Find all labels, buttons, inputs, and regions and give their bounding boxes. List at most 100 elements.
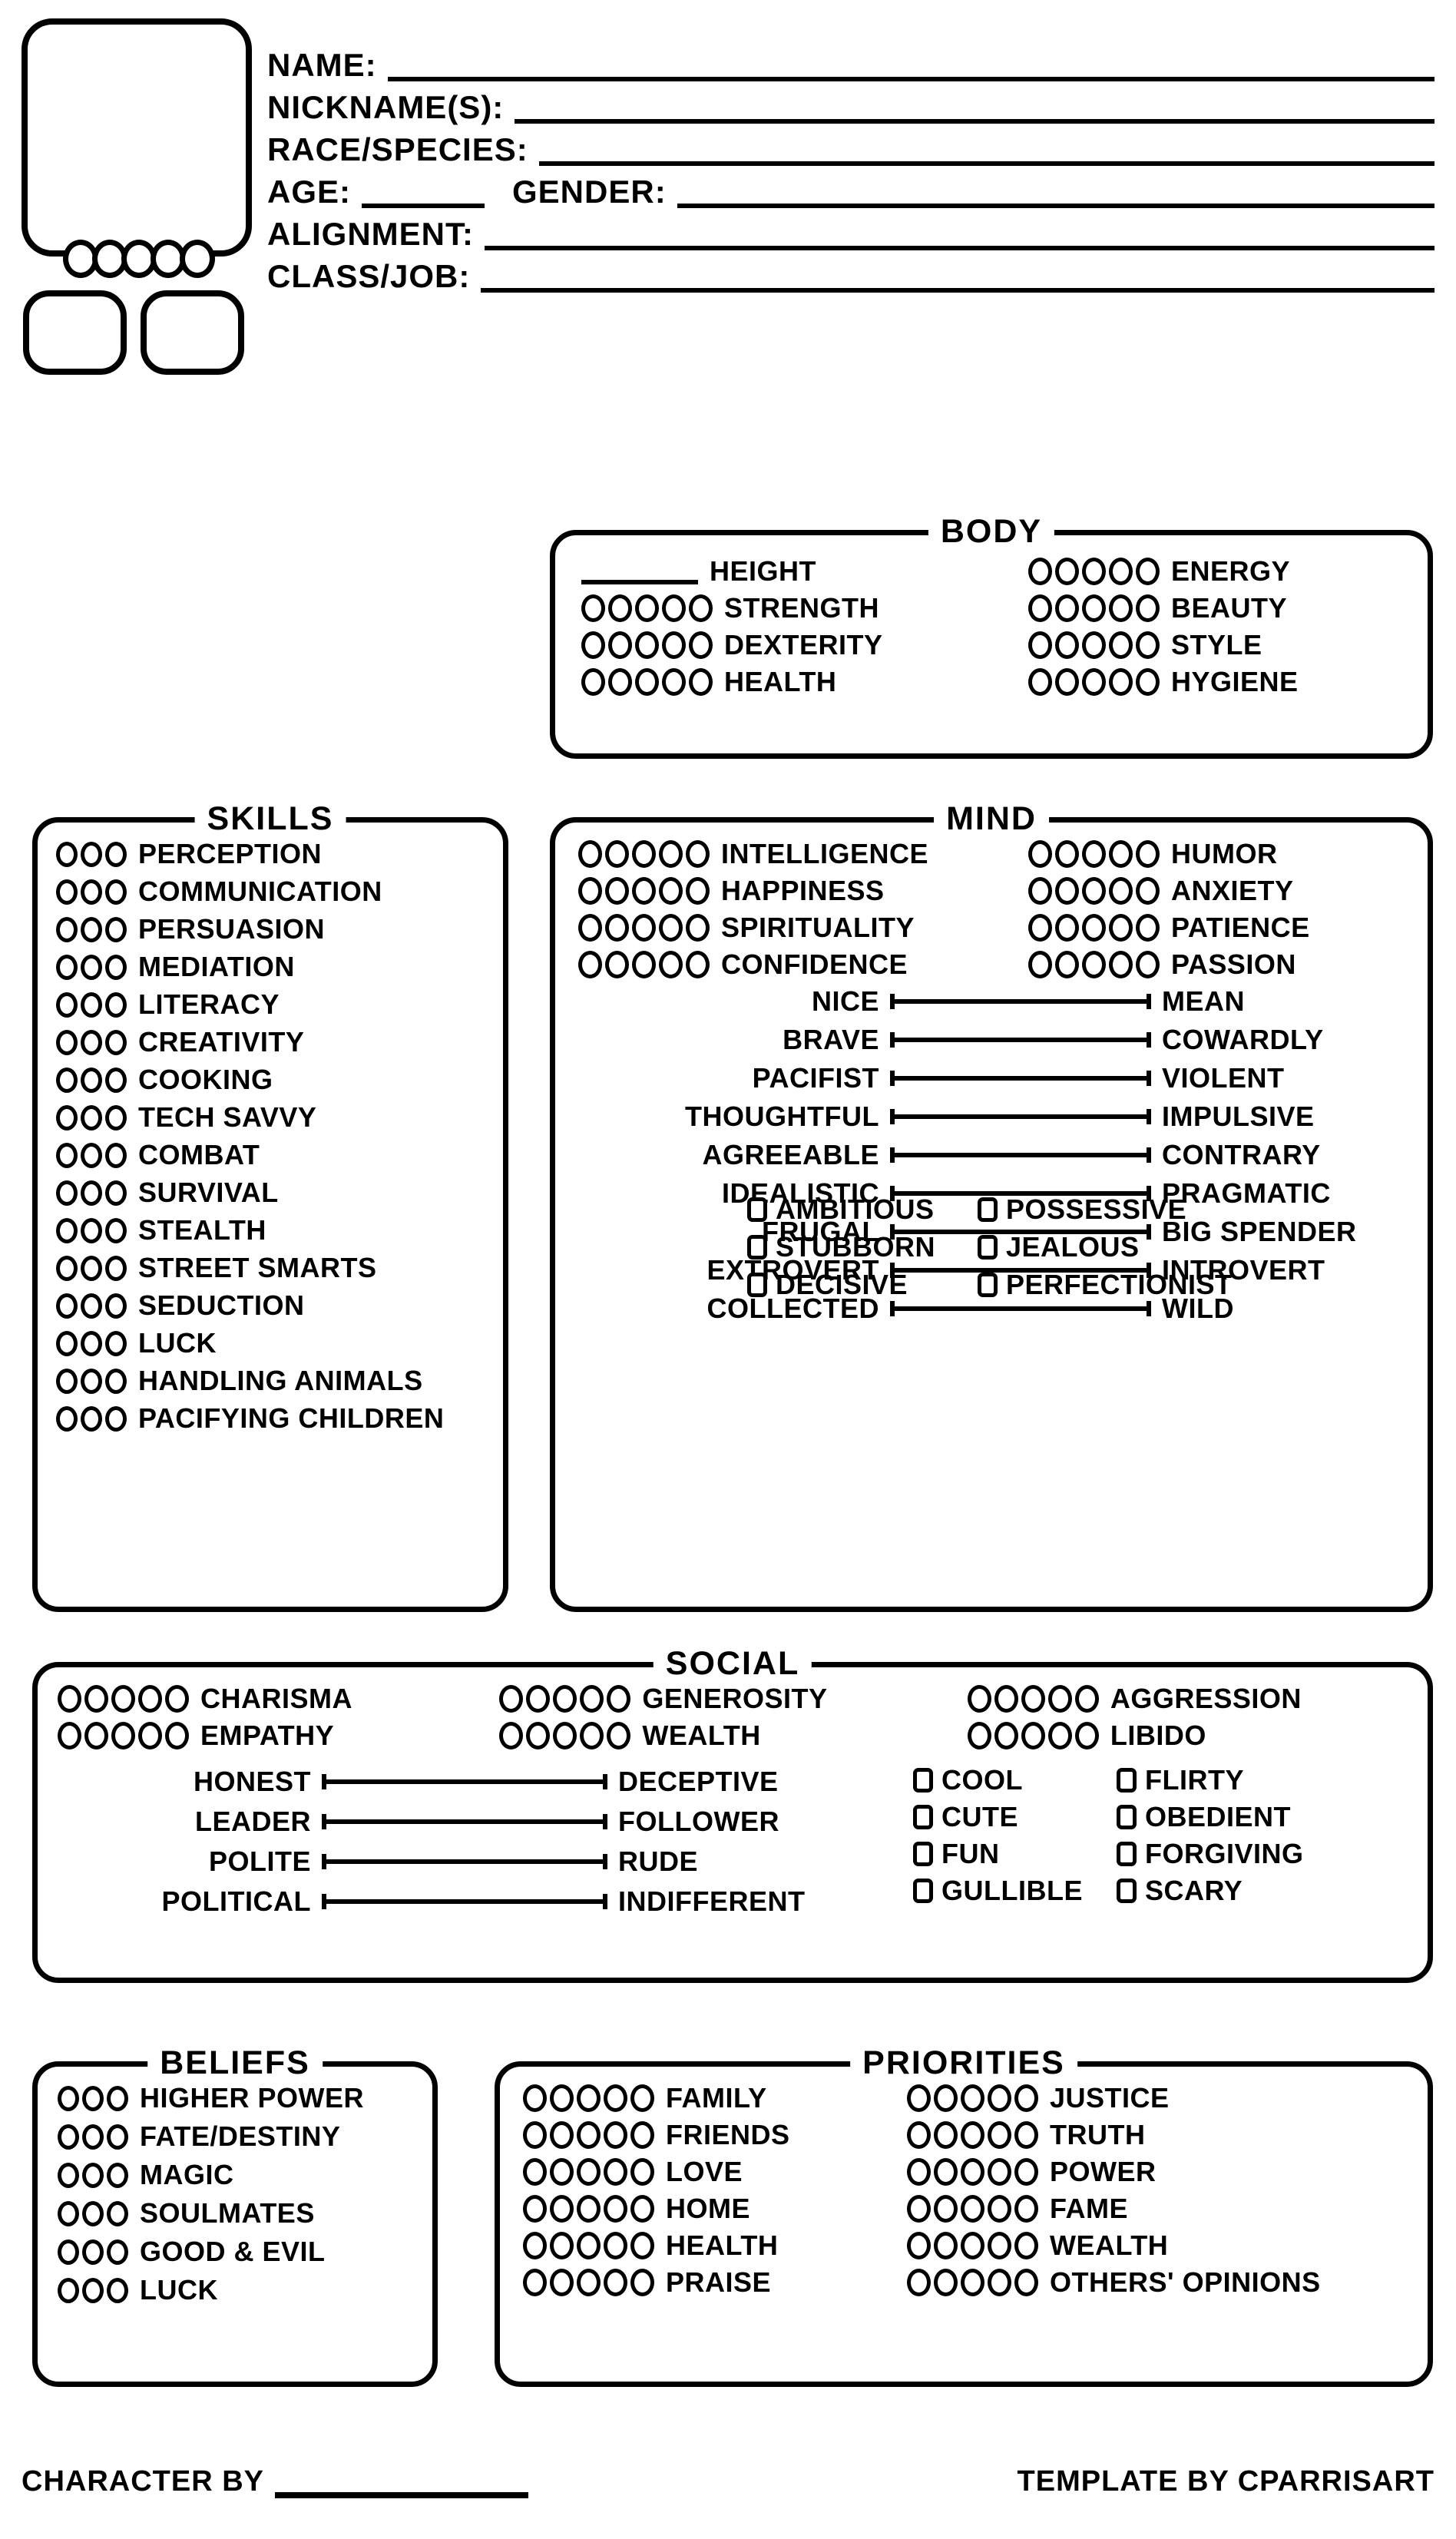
pip[interactable] (84, 1685, 108, 1713)
pip[interactable] (608, 594, 632, 622)
pip[interactable] (81, 1330, 102, 1356)
pip[interactable] (1055, 558, 1079, 585)
pip[interactable] (523, 2195, 547, 2223)
pip[interactable] (907, 2084, 931, 2112)
pip[interactable] (105, 1067, 127, 1093)
pip[interactable] (1028, 951, 1052, 978)
pip[interactable] (632, 951, 656, 978)
pip[interactable] (689, 631, 713, 659)
pip[interactable] (988, 2269, 1011, 2296)
pip[interactable] (630, 2158, 654, 2186)
field-input[interactable] (362, 177, 485, 208)
pip[interactable] (165, 1685, 189, 1713)
spectrum-bar[interactable] (890, 1032, 1151, 1048)
pip[interactable] (577, 2232, 601, 2259)
trait-checkbox[interactable]: GULLIBLE (913, 1876, 1117, 1905)
pip[interactable] (82, 2124, 104, 2150)
pip[interactable] (605, 914, 629, 942)
pip[interactable] (1055, 668, 1079, 696)
spectrum-bar[interactable] (322, 1774, 607, 1789)
pip[interactable] (105, 1217, 127, 1243)
trait-checkbox[interactable]: JEALOUS (978, 1233, 1140, 1262)
pip[interactable] (105, 1029, 127, 1055)
pip[interactable] (604, 2158, 627, 2186)
pip[interactable] (608, 668, 632, 696)
pip[interactable] (686, 840, 710, 868)
pip[interactable] (659, 951, 683, 978)
field-input[interactable] (677, 177, 1434, 208)
pip[interactable] (1136, 840, 1160, 868)
pip[interactable] (105, 1405, 127, 1432)
pip[interactable] (630, 2121, 654, 2149)
pip[interactable] (1109, 558, 1133, 585)
pip[interactable] (81, 1067, 102, 1093)
pip[interactable] (56, 1067, 78, 1093)
pip[interactable] (165, 1722, 189, 1749)
pip[interactable] (907, 2232, 931, 2259)
pip[interactable] (81, 1368, 102, 1394)
pip[interactable] (632, 877, 656, 905)
pip[interactable] (994, 1722, 1018, 1749)
pip[interactable] (523, 2121, 547, 2149)
pip[interactable] (56, 1330, 78, 1356)
pip[interactable] (81, 1293, 102, 1319)
pip[interactable] (107, 2162, 128, 2188)
pip[interactable] (58, 1685, 81, 1713)
pip[interactable] (553, 1685, 577, 1713)
pip[interactable] (1055, 631, 1079, 659)
pip[interactable] (82, 2200, 104, 2226)
pip[interactable] (967, 1722, 991, 1749)
pip[interactable] (578, 951, 602, 978)
pip[interactable] (81, 841, 102, 867)
pip[interactable] (605, 951, 629, 978)
pip[interactable] (1109, 914, 1133, 942)
pip[interactable] (605, 877, 629, 905)
bead[interactable] (180, 240, 215, 278)
pip[interactable] (550, 2121, 574, 2149)
pip[interactable] (907, 2195, 931, 2223)
pip[interactable] (56, 1104, 78, 1130)
pip[interactable] (58, 2239, 79, 2265)
height-line[interactable] (581, 558, 698, 584)
pip[interactable] (630, 2195, 654, 2223)
pip[interactable] (1014, 2195, 1038, 2223)
trait-checkbox[interactable]: FLIRTY (1117, 1766, 1244, 1795)
pip[interactable] (577, 2269, 601, 2296)
pip[interactable] (607, 1722, 631, 1749)
pip[interactable] (105, 1255, 127, 1281)
pip[interactable] (81, 1405, 102, 1432)
pip[interactable] (105, 1104, 127, 1130)
pip[interactable] (550, 2195, 574, 2223)
pip[interactable] (56, 879, 78, 905)
pip[interactable] (577, 2195, 601, 2223)
pip[interactable] (105, 1142, 127, 1168)
checkbox-icon[interactable] (1117, 1805, 1137, 1829)
pip[interactable] (81, 1142, 102, 1168)
checkbox-icon[interactable] (913, 1768, 933, 1793)
trait-checkbox[interactable]: OBEDIENT (1117, 1802, 1291, 1832)
trait-checkbox[interactable]: POSSESSIVE (978, 1195, 1186, 1224)
pip[interactable] (662, 668, 686, 696)
pip[interactable] (107, 2277, 128, 2303)
pip[interactable] (138, 1685, 162, 1713)
pip[interactable] (105, 1293, 127, 1319)
field-input[interactable] (515, 93, 1434, 124)
pip[interactable] (1028, 877, 1052, 905)
pip[interactable] (1028, 840, 1052, 868)
pip[interactable] (1136, 594, 1160, 622)
checkbox-icon[interactable] (913, 1879, 933, 1903)
checkbox-icon[interactable] (913, 1805, 933, 1829)
pip[interactable] (580, 1685, 604, 1713)
pip[interactable] (1028, 631, 1052, 659)
pip[interactable] (1136, 877, 1160, 905)
pip[interactable] (659, 877, 683, 905)
pip[interactable] (56, 1029, 78, 1055)
pip[interactable] (56, 954, 78, 980)
pip[interactable] (961, 2084, 984, 2112)
pip[interactable] (105, 1330, 127, 1356)
pip[interactable] (934, 2232, 958, 2259)
pip[interactable] (1074, 1685, 1099, 1713)
pip[interactable] (961, 2269, 984, 2296)
pip[interactable] (604, 2084, 627, 2112)
pip[interactable] (81, 991, 102, 1018)
